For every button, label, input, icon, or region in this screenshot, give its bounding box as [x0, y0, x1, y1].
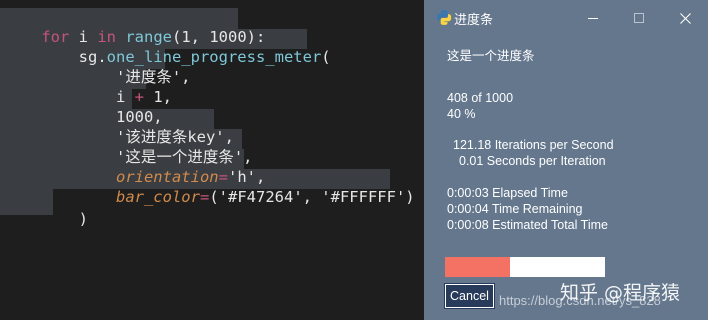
- code-text: ): [78, 210, 88, 228]
- code-line-3[interactable]: '进度条',: [0, 49, 191, 86]
- estimated-total-time: 0:00:08 Estimated Total Time: [447, 218, 608, 232]
- python-icon: [437, 10, 452, 25]
- progress-window: 进度条 这是一个进度条 408 of 1000 40 % 121.18 Iter…: [424, 0, 708, 320]
- close-button[interactable]: [662, 0, 708, 36]
- time-remaining: 0:00:04 Time Remaining: [447, 202, 583, 216]
- code-line-7[interactable]: '这是一个进度条',: [0, 129, 253, 166]
- code-line-9[interactable]: bar_color=('#F47264', '#FFFFFF'): [0, 169, 415, 206]
- code-editor[interactable]: for i in range(1, 1000): sg.one_line_pro…: [0, 0, 424, 320]
- iterations-per-second: 121.18 Iterations per Second: [453, 138, 614, 152]
- code-line-10[interactable]: ): [0, 191, 88, 228]
- code-line-1[interactable]: for i in range(1, 1000):: [0, 9, 265, 46]
- maximize-button[interactable]: [616, 0, 662, 36]
- minimize-button[interactable]: [570, 0, 616, 36]
- code-line-5[interactable]: 1000,: [0, 89, 163, 126]
- code-line-6[interactable]: '该进度条key',: [0, 109, 234, 146]
- seconds-per-iteration: 0.01 Seconds per Iteration: [459, 154, 606, 168]
- progress-bar: [445, 257, 605, 277]
- code-line-8[interactable]: orientation='h',: [0, 149, 265, 186]
- operator: =: [199, 188, 210, 206]
- close-icon: [679, 12, 691, 24]
- title-bar[interactable]: 进度条: [424, 0, 708, 36]
- code-line-4[interactable]: i + 1,: [0, 69, 172, 106]
- string-literal: ('#F47264', '#FFFFFF'): [209, 188, 415, 206]
- progress-message: 这是一个进度条: [447, 49, 535, 63]
- maximize-icon: [634, 13, 644, 23]
- watermark-zhihu: 知乎 @程序猿: [560, 282, 681, 304]
- progress-bar-fill: [445, 257, 511, 277]
- minimize-icon: [588, 18, 598, 19]
- window-title: 进度条: [454, 12, 494, 27]
- elapsed-time: 0:00:03 Elapsed Time: [447, 186, 568, 200]
- progress-count: 408 of 1000: [447, 91, 514, 105]
- code-text: (: [321, 48, 331, 66]
- progress-percent: 40 %: [447, 107, 476, 121]
- code-line-2[interactable]: sg.one_line_progress_meter(: [0, 29, 331, 66]
- cancel-button[interactable]: Cancel: [444, 283, 495, 309]
- keyword-argument: bar_color: [115, 188, 200, 206]
